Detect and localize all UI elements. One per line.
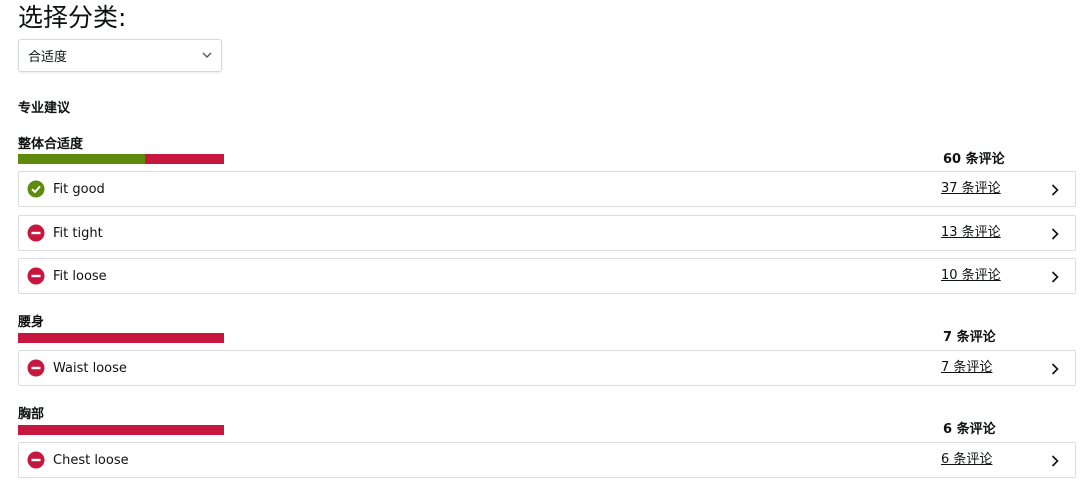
rating-row-fit-good[interactable]: Fit good 37 条评论 bbox=[18, 171, 1076, 207]
rating-row-fit-tight[interactable]: Fit tight 13 条评论 bbox=[18, 215, 1076, 251]
review-count-link[interactable]: 37 条评论 bbox=[941, 181, 1001, 197]
page-title: 选择分类: bbox=[18, 3, 127, 32]
group-rating-bar bbox=[18, 425, 224, 435]
chevron-right-icon bbox=[1051, 184, 1059, 196]
rating-row-label: Waist loose bbox=[53, 361, 127, 376]
chevron-right-icon bbox=[1051, 228, 1059, 240]
chevron-right-icon bbox=[1051, 363, 1059, 375]
rating-bar-bad-segment bbox=[18, 333, 224, 343]
rating-row-label: Fit tight bbox=[53, 226, 103, 241]
chevron-down-icon bbox=[202, 52, 212, 58]
section-title: 专业建议 bbox=[18, 101, 71, 116]
rating-bar-good-segment bbox=[18, 154, 146, 164]
group-title: 胸部 bbox=[18, 407, 45, 422]
group-title: 腰身 bbox=[18, 315, 45, 330]
review-count-link[interactable]: 6 条评论 bbox=[941, 452, 992, 468]
rating-row-label: Fit good bbox=[53, 182, 105, 197]
rating-row-waist-loose[interactable]: Waist loose 7 条评论 bbox=[18, 350, 1076, 386]
rating-bar-bad-segment bbox=[18, 425, 224, 435]
minus-circle-icon bbox=[27, 267, 45, 285]
group-total-count: 60 条评论 bbox=[943, 152, 1005, 167]
review-count-link[interactable]: 10 条评论 bbox=[941, 268, 1001, 284]
review-count-link[interactable]: 7 条评论 bbox=[941, 360, 992, 376]
review-count-link[interactable]: 13 条评论 bbox=[941, 225, 1001, 241]
chevron-right-icon bbox=[1051, 271, 1059, 283]
group-total-count: 6 条评论 bbox=[943, 422, 996, 437]
check-circle-icon bbox=[27, 180, 45, 198]
minus-circle-icon bbox=[27, 224, 45, 242]
category-select-value: 合适度 bbox=[28, 50, 68, 65]
rating-bar-bad-segment bbox=[145, 154, 224, 164]
minus-circle-icon bbox=[27, 359, 45, 377]
group-rating-bar bbox=[18, 333, 224, 343]
minus-circle-icon bbox=[27, 451, 45, 469]
rating-row-label: Chest loose bbox=[53, 453, 129, 468]
chevron-right-icon bbox=[1051, 455, 1059, 467]
group-rating-bar bbox=[18, 154, 224, 164]
group-total-count: 7 条评论 bbox=[943, 330, 996, 345]
rating-row-chest-loose[interactable]: Chest loose 6 条评论 bbox=[18, 442, 1076, 478]
group-title: 整体合适度 bbox=[18, 137, 84, 152]
category-select[interactable]: 合适度 bbox=[18, 39, 222, 72]
rating-row-label: Fit loose bbox=[53, 269, 107, 284]
rating-row-fit-loose[interactable]: Fit loose 10 条评论 bbox=[18, 258, 1076, 294]
